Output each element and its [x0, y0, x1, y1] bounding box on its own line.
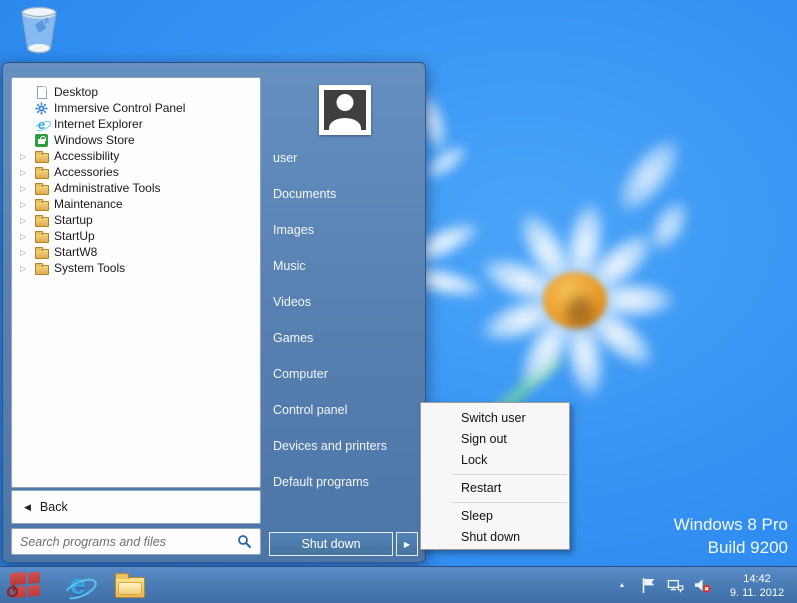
file-explorer-icon — [115, 572, 145, 598]
expand-arrow-icon[interactable]: ▷ — [20, 248, 34, 257]
menu-item-sign-out[interactable]: Sign out — [421, 429, 569, 450]
start-menu-link-devices-printers[interactable]: Devices and printers — [273, 436, 387, 456]
watermark-build: Build 9200 — [707, 538, 788, 557]
start-menu-item-desktop[interactable]: Desktop — [12, 84, 260, 100]
expand-arrow-icon[interactable]: ▷ — [20, 264, 34, 273]
shut-down-options-button[interactable]: ▶ — [396, 532, 418, 556]
folder-icon — [34, 181, 49, 195]
menu-separator — [452, 502, 567, 503]
start-button[interactable] — [2, 567, 50, 603]
start-menu-link-control-panel[interactable]: Control panel — [273, 400, 347, 420]
start-menu-item-startup2[interactable]: ▷ StartUp — [12, 228, 260, 244]
search-input[interactable] — [20, 534, 237, 549]
user-avatar[interactable] — [319, 85, 371, 135]
start-menu-item-accessibility[interactable]: ▷ Accessibility — [12, 148, 260, 164]
expand-arrow-icon[interactable]: ▷ — [20, 216, 34, 225]
start-menu-item-windows-store[interactable]: Windows Store — [12, 132, 260, 148]
menu-item-lock[interactable]: Lock — [421, 450, 569, 471]
start-menu-link-default-programs[interactable]: Default programs — [273, 472, 369, 492]
show-hidden-icons-button[interactable]: ▲ — [613, 576, 631, 596]
taskbar-internet-explorer-button[interactable]: e — [54, 567, 102, 603]
document-icon — [34, 85, 49, 99]
taskbar-file-explorer-button[interactable] — [106, 567, 154, 603]
start-menu-item-startw8[interactable]: ▷ StartW8 — [12, 244, 260, 260]
menu-item-shut-down[interactable]: Shut down — [421, 527, 569, 548]
programs-panel: Desktop Immersive Control Panel e Intern… — [11, 77, 261, 488]
folder-icon — [34, 197, 49, 211]
start-menu-link-computer[interactable]: Computer — [273, 364, 328, 384]
start-menu-item-system-tools[interactable]: ▷ System Tools — [12, 260, 260, 276]
ie-icon: e — [37, 116, 46, 132]
store-icon — [34, 133, 49, 147]
expand-arrow-icon[interactable]: ▷ — [20, 184, 34, 193]
network-icon[interactable] — [667, 576, 685, 596]
recycle-bin-icon[interactable] — [16, 4, 62, 58]
clock-time: 14:42 — [743, 572, 771, 585]
volume-muted-icon[interactable] — [694, 576, 712, 596]
system-tray: ▲ 14:42 9. 11. 2012 — [613, 567, 793, 603]
taskbar-clock[interactable]: 14:42 9. 11. 2012 — [721, 572, 793, 600]
start-menu-item-administrative-tools[interactable]: ▷ Administrative Tools — [12, 180, 260, 196]
search-box — [11, 528, 261, 555]
windows-logo-icon — [7, 570, 42, 600]
start-menu-item-internet-explorer[interactable]: e Internet Explorer — [12, 116, 260, 132]
start-menu-user-name[interactable]: user — [273, 148, 297, 168]
folder-icon — [34, 229, 49, 243]
menu-separator — [452, 474, 567, 475]
start-menu-item-maintenance[interactable]: ▷ Maintenance — [12, 196, 260, 212]
search-icon[interactable] — [237, 534, 252, 549]
folder-icon — [34, 245, 49, 259]
flower-center-shadow — [566, 296, 594, 328]
folder-icon — [34, 149, 49, 163]
menu-item-sleep[interactable]: Sleep — [421, 506, 569, 527]
folder-icon — [34, 261, 49, 275]
start-menu-item-immersive-control-panel[interactable]: Immersive Control Panel — [12, 100, 260, 116]
menu-item-restart[interactable]: Restart — [421, 478, 569, 499]
back-arrow-icon: ◀ — [24, 501, 31, 512]
taskbar: e ▲ 14:42 9. 11. 2012 — [0, 566, 797, 603]
gear-icon — [34, 101, 49, 115]
expand-arrow-icon[interactable]: ▷ — [20, 152, 34, 161]
start-menu-link-games[interactable]: Games — [273, 328, 313, 348]
start-menu-link-documents[interactable]: Documents — [273, 184, 336, 204]
watermark-edition: Windows 8 Pro — [673, 515, 788, 534]
windows-watermark: Windows 8 Pro Build 9200 — [674, 513, 788, 559]
internet-explorer-icon: e — [69, 568, 87, 601]
start-menu-link-videos[interactable]: Videos — [273, 292, 311, 312]
desktop: Windows 8 Pro Build 9200 Desktop Immersi… — [0, 0, 797, 603]
menu-item-switch-user[interactable]: Switch user — [421, 408, 569, 429]
folder-icon — [34, 213, 49, 227]
start-menu-link-music[interactable]: Music — [273, 256, 306, 276]
start-menu-item-startup[interactable]: ▷ Startup — [12, 212, 260, 228]
expand-arrow-icon[interactable]: ▷ — [20, 200, 34, 209]
action-center-flag-icon[interactable] — [640, 576, 658, 596]
shutdown-arrow-icon: ▶ — [403, 539, 411, 549]
shut-down-button[interactable]: Shut down — [269, 532, 393, 556]
power-options-menu: Switch user Sign out Lock Restart Sleep … — [420, 402, 570, 550]
start-menu: Desktop Immersive Control Panel e Intern… — [2, 62, 426, 563]
folder-icon — [34, 165, 49, 179]
clock-date: 9. 11. 2012 — [729, 586, 785, 599]
start-menu-link-images[interactable]: Images — [273, 220, 314, 240]
expand-arrow-icon[interactable]: ▷ — [20, 232, 34, 241]
start-menu-item-accessories[interactable]: ▷ Accessories — [12, 164, 260, 180]
expand-arrow-icon[interactable]: ▷ — [20, 168, 34, 177]
back-button[interactable]: ◀ Back — [11, 490, 261, 524]
